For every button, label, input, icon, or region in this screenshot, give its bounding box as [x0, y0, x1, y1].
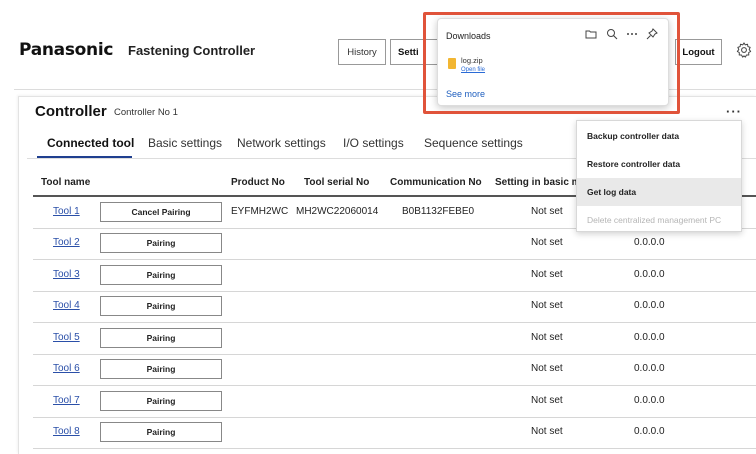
gear-icon[interactable] [735, 41, 753, 59]
column-header-tool-name: Tool name [41, 177, 91, 188]
version-cell: 0.0.0.0 [634, 331, 665, 343]
app-title: Fastening Controller [128, 43, 256, 58]
version-cell: 0.0.0.0 [634, 237, 665, 249]
controller-title: Controller [35, 103, 107, 120]
row-divider [33, 353, 756, 355]
tool-link[interactable]: Tool 2 [53, 237, 80, 248]
serial-no-cell: MH2WC22060014 [296, 205, 379, 217]
tool-link[interactable]: Tool 6 [53, 363, 80, 374]
tool-link[interactable]: Tool 7 [53, 395, 80, 406]
setting-cell: Not set [531, 331, 563, 343]
setting-cell: Not set [531, 205, 563, 217]
version-cell: 0.0.0.0 [634, 268, 665, 280]
pairing-button[interactable]: Pairing [100, 327, 222, 348]
version-cell: 0.0.0.0 [634, 394, 665, 406]
pairing-button[interactable]: Pairing [100, 233, 222, 254]
product-no-cell: EYFMH2WC [231, 205, 289, 217]
tool-link[interactable]: Tool 5 [53, 332, 80, 343]
tab-connected-tool[interactable]: Connected tool [47, 136, 134, 150]
tab-network-settings[interactable]: Network settings [237, 136, 326, 150]
history-button[interactable]: History [338, 39, 386, 65]
version-cell: 0.0.0.0 [634, 426, 665, 438]
pairing-button[interactable]: Pairing [100, 359, 222, 380]
pairing-button[interactable]: Pairing [100, 264, 222, 285]
setting-cell: Not set [531, 300, 563, 312]
row-divider [33, 259, 756, 260]
pairing-button[interactable]: Pairing [100, 296, 222, 317]
version-cell: 0.0.0.0 [634, 300, 665, 312]
pairing-button[interactable]: Pairing [100, 422, 222, 443]
logout-button[interactable]: Logout [675, 39, 722, 65]
menu-item-get-log[interactable]: Get log data [577, 178, 741, 206]
menu-item-delete-pc: Delete centralized management PC [587, 215, 722, 225]
column-header-setting: Setting in basic m [495, 177, 581, 188]
column-header-product-no: Product No [231, 177, 285, 188]
tab-io-settings[interactable]: I/O settings [343, 136, 404, 150]
setting-cell: Not set [531, 268, 563, 280]
controller-options-menu: Backup controller data Restore controlle… [576, 120, 742, 232]
setting-cell: Not set [531, 363, 563, 375]
tool-link[interactable]: Tool 1 [53, 206, 80, 217]
row-divider [33, 290, 756, 292]
tab-basic-settings[interactable]: Basic settings [148, 136, 222, 150]
row-divider [33, 448, 756, 449]
highlight-frame [423, 12, 680, 114]
tool-link[interactable]: Tool 8 [53, 426, 80, 437]
setting-cell: Not set [531, 394, 563, 406]
setting-cell: Not set [531, 237, 563, 249]
version-cell: 0.0.0.0 [634, 363, 665, 375]
tool-link[interactable]: Tool 4 [53, 300, 80, 311]
brand-logo: Panasonic [19, 40, 114, 60]
pairing-button[interactable]: Cancel Pairing [100, 201, 222, 222]
tool-link[interactable]: Tool 3 [53, 269, 80, 280]
more-options-icon[interactable]: ··· [726, 104, 742, 119]
row-divider [33, 416, 756, 418]
row-divider [33, 385, 756, 386]
menu-item-backup[interactable]: Backup controller data [577, 122, 741, 150]
communication-no-cell: B0B1132FEBE0 [402, 205, 475, 217]
setting-cell: Not set [531, 426, 563, 438]
controller-name: Controller No 1 [114, 107, 178, 118]
column-header-serial-no: Tool serial No [304, 177, 370, 188]
menu-item-restore[interactable]: Restore controller data [577, 150, 741, 178]
row-divider [33, 322, 756, 323]
pairing-button[interactable]: Pairing [100, 390, 222, 411]
tab-sequence-settings[interactable]: Sequence settings [424, 136, 523, 150]
active-tab-indicator [37, 156, 132, 158]
column-header-communication-no: Communication No [390, 177, 482, 188]
